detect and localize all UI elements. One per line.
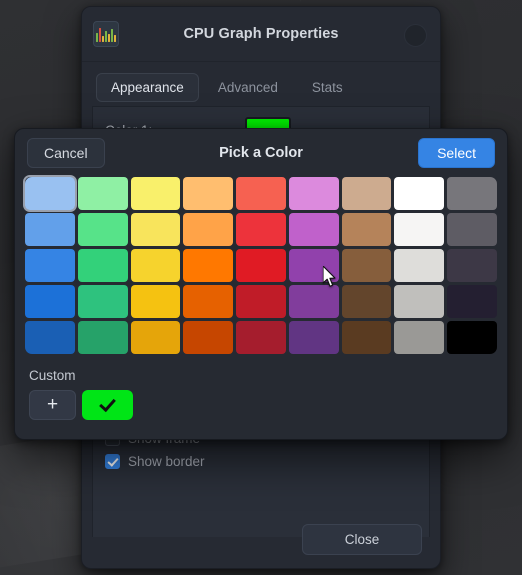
cancel-button[interactable]: Cancel — [27, 138, 105, 168]
palette-swatch[interactable] — [23, 175, 77, 212]
palette-swatch[interactable] — [447, 285, 497, 318]
palette-swatch[interactable] — [77, 177, 128, 210]
palette-swatch[interactable] — [183, 177, 234, 210]
palette-swatch[interactable] — [341, 285, 392, 318]
palette-swatch[interactable] — [447, 177, 497, 210]
palette-swatch[interactable] — [394, 285, 445, 318]
palette-swatch[interactable] — [77, 213, 128, 246]
tab-stats[interactable]: Stats — [297, 73, 358, 102]
palette-swatch[interactable] — [183, 285, 234, 318]
palette-swatch[interactable] — [25, 249, 75, 282]
palette-swatch[interactable] — [130, 321, 181, 354]
palette-swatch[interactable] — [341, 321, 392, 354]
show-border-checkbox[interactable] — [105, 454, 120, 469]
palette-swatch[interactable] — [394, 321, 445, 354]
palette-swatch[interactable] — [447, 321, 497, 354]
palette-swatch[interactable] — [183, 213, 234, 246]
show-border-row[interactable]: Show border — [93, 450, 429, 473]
palette-swatch[interactable] — [183, 321, 234, 354]
palette-swatch[interactable] — [341, 177, 392, 210]
palette-swatch[interactable] — [130, 213, 181, 246]
select-button[interactable]: Select — [418, 138, 495, 168]
palette-swatch[interactable] — [341, 213, 392, 246]
palette-swatch[interactable] — [288, 285, 339, 318]
palette-swatch[interactable] — [77, 249, 128, 282]
page-title: CPU Graph Properties — [183, 26, 339, 42]
palette-swatch[interactable] — [130, 249, 181, 282]
custom-colors-row: + — [15, 390, 507, 420]
window-titlebar: CPU Graph Properties — [82, 7, 440, 62]
palette-swatch[interactable] — [236, 213, 286, 246]
tab-advanced[interactable]: Advanced — [203, 73, 293, 102]
palette-swatch[interactable] — [25, 285, 75, 318]
palette-swatch[interactable] — [183, 249, 234, 282]
palette-swatch[interactable] — [288, 177, 339, 210]
color-chooser-dialog: Cancel Pick a Color Select Custom + — [14, 128, 508, 440]
palette-swatch[interactable] — [288, 249, 339, 282]
palette-swatch[interactable] — [288, 321, 339, 354]
show-border-label: Show border — [128, 454, 205, 469]
palette-swatch[interactable] — [77, 285, 128, 318]
tab-bar: Appearance Advanced Stats — [92, 68, 430, 107]
window-footer: Close — [82, 510, 440, 568]
palette-swatch[interactable] — [394, 213, 445, 246]
color-dialog-header: Cancel Pick a Color Select — [15, 129, 507, 177]
palette-swatch[interactable] — [236, 249, 286, 282]
add-custom-color-button[interactable]: + — [29, 390, 76, 420]
custom-color-swatch[interactable] — [82, 390, 133, 420]
bar-chart-icon — [93, 21, 119, 47]
close-button[interactable]: Close — [302, 523, 422, 555]
color-palette-grid — [23, 175, 497, 354]
tab-appearance[interactable]: Appearance — [96, 72, 199, 102]
palette-swatch[interactable] — [77, 321, 128, 354]
palette-swatch[interactable] — [394, 177, 445, 210]
palette-swatch[interactable] — [130, 177, 181, 210]
palette-swatch[interactable] — [447, 249, 497, 282]
palette-swatch[interactable] — [236, 177, 286, 210]
palette-swatch[interactable] — [394, 249, 445, 282]
palette-swatch[interactable] — [25, 321, 75, 354]
palette-swatch[interactable] — [236, 285, 286, 318]
checkmark-icon — [99, 394, 116, 413]
palette-swatch[interactable] — [25, 213, 75, 246]
palette-swatch[interactable] — [341, 249, 392, 282]
window-menu-button[interactable] — [404, 24, 427, 47]
custom-section-label: Custom — [29, 368, 76, 383]
palette-swatch[interactable] — [288, 213, 339, 246]
palette-swatch[interactable] — [447, 213, 497, 246]
palette-swatch[interactable] — [130, 285, 181, 318]
palette-swatch[interactable] — [236, 321, 286, 354]
